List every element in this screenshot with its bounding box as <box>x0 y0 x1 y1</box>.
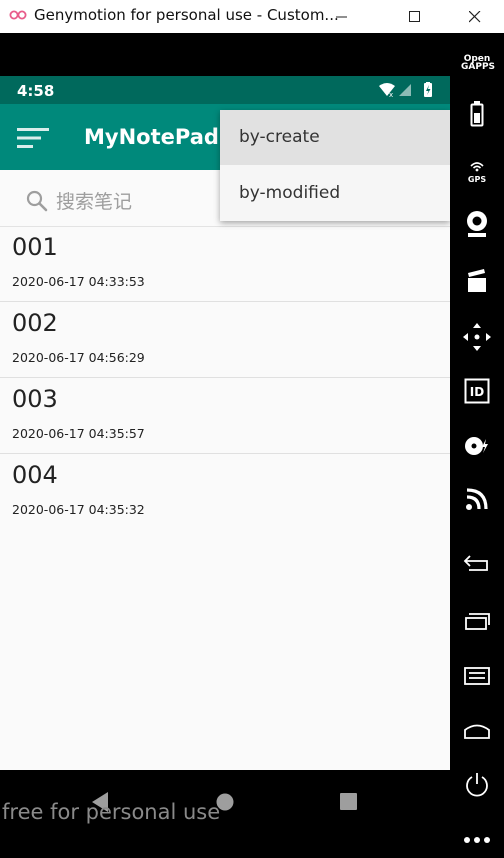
menu-item-label: by-create <box>239 127 320 147</box>
clapperboard-icon <box>468 269 486 292</box>
disk-io-icon <box>465 437 488 455</box>
home-icon <box>464 724 490 739</box>
minimize-button[interactable] <box>319 0 365 33</box>
recent-apps-button[interactable] <box>459 603 495 639</box>
note-date: 2020-06-17 04:33:53 <box>12 274 145 289</box>
emulator-sidebar: Open GAPPS GPS ID <box>450 33 504 857</box>
app-title: MyNotePad <box>84 125 219 149</box>
note-title: 004 <box>12 461 58 489</box>
status-bar: 4:58 x <box>0 76 450 104</box>
rss-icon <box>466 488 488 510</box>
note-list-item[interactable]: 004 2020-06-17 04:35:32 <box>0 454 450 529</box>
power-icon <box>466 773 488 797</box>
close-icon <box>469 10 481 22</box>
search-icon <box>26 190 48 212</box>
back-arrow-icon <box>463 555 488 571</box>
id-icon: ID <box>464 378 490 404</box>
search-input[interactable]: 搜索笔记 <box>56 187 132 214</box>
opengapps-button[interactable]: Open GAPPS <box>459 45 495 81</box>
power-button[interactable] <box>459 767 495 803</box>
sort-dropdown-menu: by-create by-modified <box>220 110 450 221</box>
home-button[interactable] <box>459 713 495 749</box>
status-icons: x <box>379 82 432 98</box>
disk-io-button[interactable] <box>459 428 495 464</box>
sort-menu-icon[interactable] <box>17 127 49 149</box>
close-button[interactable] <box>452 0 498 33</box>
note-list-item[interactable]: 002 2020-06-17 04:56:29 <box>0 302 450 378</box>
note-list-screen: 搜索笔记 001 2020-06-17 04:33:53 002 2020-06… <box>0 170 450 770</box>
gps-button[interactable]: GPS <box>459 153 495 189</box>
window-titlebar: Genymotion for personal use - Custom... <box>0 0 504 33</box>
menu-item-label: by-modified <box>239 183 341 203</box>
gps-label: GPS <box>468 175 486 184</box>
network-button[interactable] <box>459 481 495 517</box>
wifi-icon: x <box>379 83 395 98</box>
note-date: 2020-06-17 04:35:32 <box>12 502 145 517</box>
webcam-button[interactable] <box>459 206 495 242</box>
note-title: 003 <box>12 385 58 413</box>
genymotion-logo-icon <box>9 10 27 20</box>
gps-icon: GPS <box>468 162 486 184</box>
battery-button[interactable] <box>459 96 495 132</box>
id-label: ID <box>470 385 484 399</box>
recents-nav-icon[interactable] <box>334 787 364 817</box>
minimize-icon <box>336 16 347 17</box>
more-options-button[interactable] <box>459 822 495 858</box>
webcam-icon <box>467 211 487 237</box>
move-arrows-icon <box>463 323 491 351</box>
more-dots-icon <box>464 837 490 843</box>
menu-button[interactable] <box>459 658 495 694</box>
note-title: 002 <box>12 309 58 337</box>
signal-icon <box>399 84 411 96</box>
opengapps-label: Open GAPPS <box>461 54 496 72</box>
recent-apps-icon <box>465 613 490 630</box>
menu-icon <box>464 667 490 685</box>
maximize-button[interactable] <box>392 0 438 33</box>
note-date: 2020-06-17 04:35:57 <box>12 426 145 441</box>
status-time: 4:58 <box>17 82 55 100</box>
device-id-button[interactable]: ID <box>459 373 495 409</box>
note-title: 001 <box>12 233 58 261</box>
menu-item-by-modified[interactable]: by-modified <box>220 166 450 221</box>
media-capture-button[interactable] <box>459 263 495 299</box>
battery-icon <box>424 82 432 97</box>
note-list-item[interactable]: 003 2020-06-17 04:35:57 <box>0 378 450 454</box>
remote-control-button[interactable] <box>459 319 495 355</box>
watermark-text: free for personal use <box>2 800 221 824</box>
note-list-item[interactable]: 001 2020-06-17 04:33:53 <box>0 226 450 302</box>
menu-item-by-create[interactable]: by-create <box>220 110 450 165</box>
android-nav-bar: free for personal use <box>0 770 450 857</box>
back-button[interactable] <box>459 545 495 581</box>
note-date: 2020-06-17 04:56:29 <box>12 350 145 365</box>
maximize-icon <box>409 10 420 22</box>
battery-icon <box>470 101 484 127</box>
window-title: Genymotion for personal use - Custom... <box>34 6 339 24</box>
svg-text:x: x <box>389 91 393 98</box>
